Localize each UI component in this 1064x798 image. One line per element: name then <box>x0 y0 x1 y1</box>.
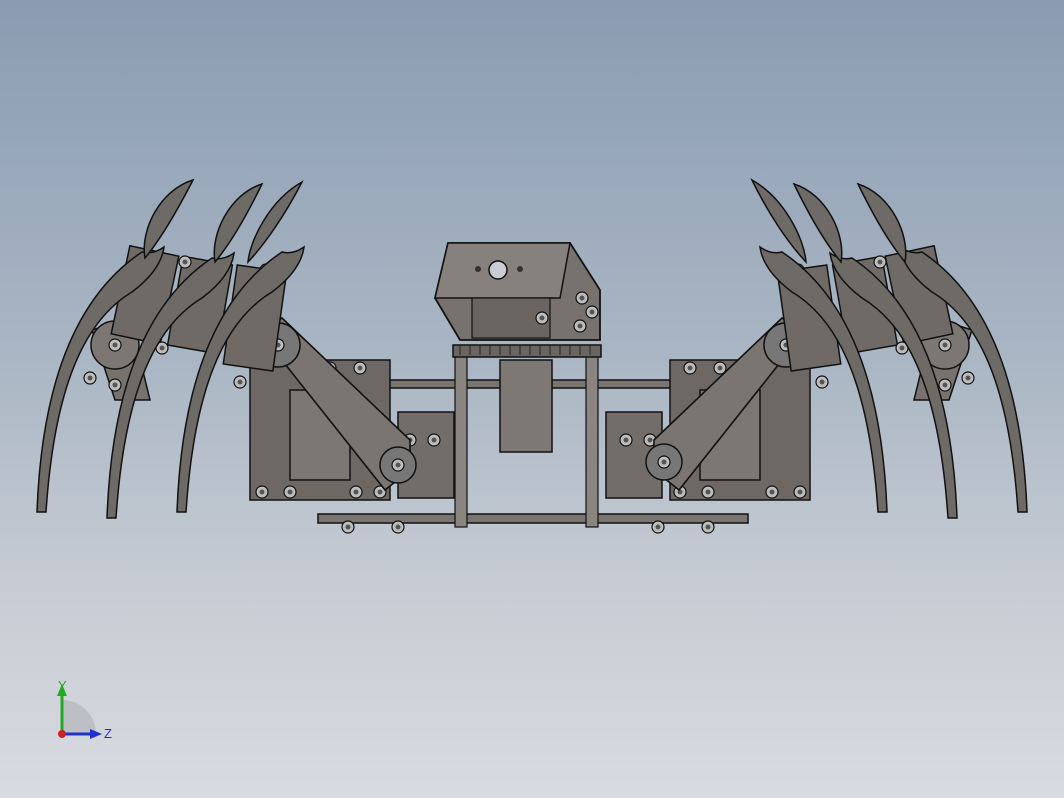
y-axis-label: Y <box>58 678 67 693</box>
origin-dot <box>58 730 66 738</box>
graphics-viewport[interactable]: Y Z <box>0 0 1064 798</box>
triad-plane <box>62 700 96 734</box>
z-axis-arrowhead <box>90 729 102 739</box>
head-bracket <box>434 242 601 341</box>
orientation-triad: Y Z <box>57 678 112 741</box>
hexapod-robot-model[interactable] <box>0 0 1064 798</box>
z-axis-label: Z <box>104 726 112 741</box>
